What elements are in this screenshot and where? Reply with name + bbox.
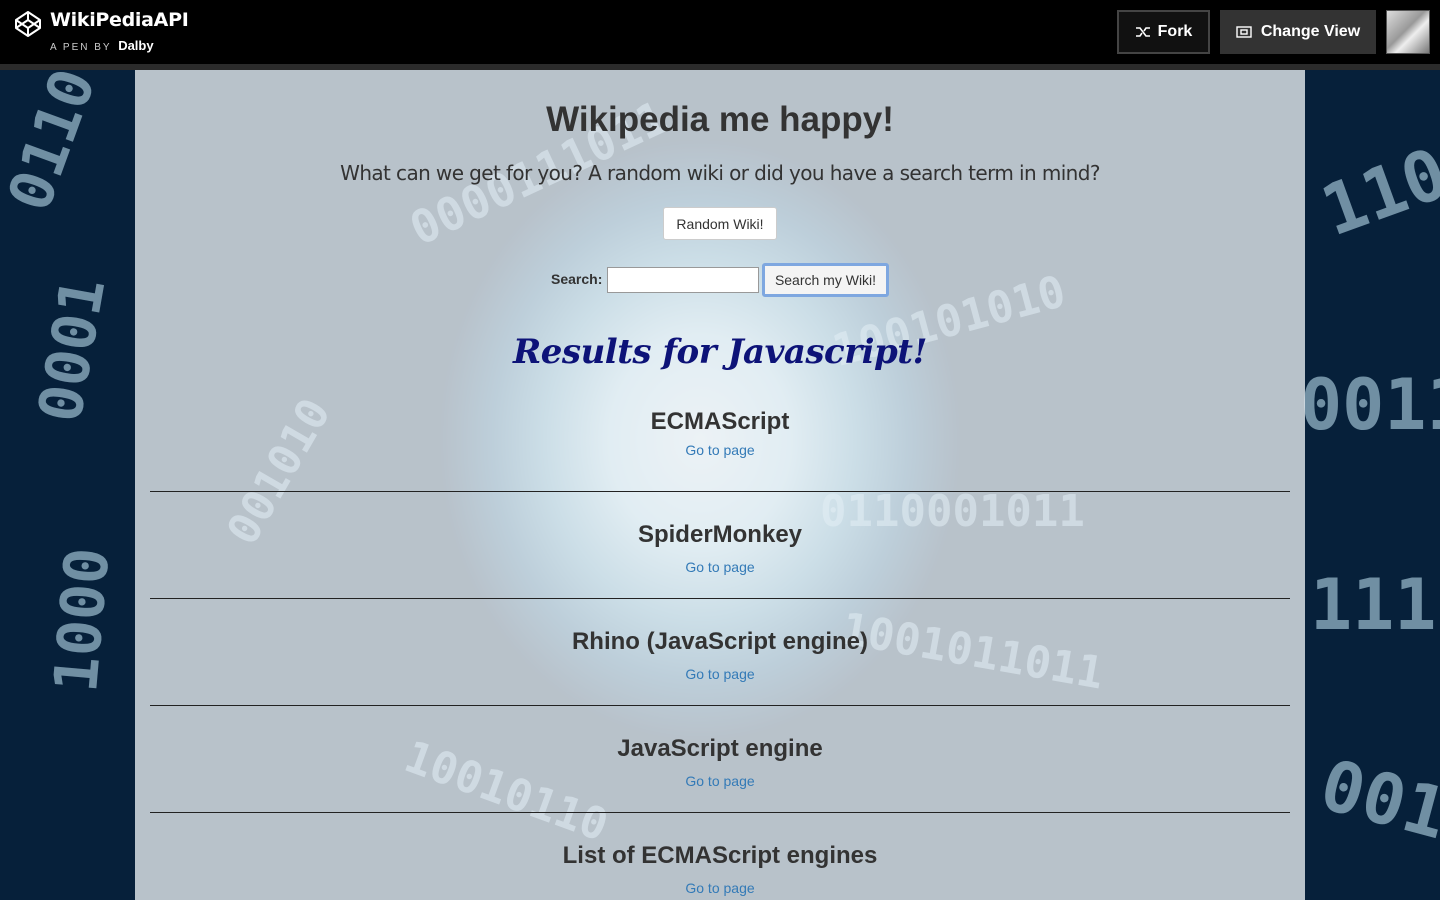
search-label: Search: (551, 271, 603, 287)
result-item: JavaScript engine Go to page (150, 705, 1290, 812)
result-title: ECMAScript (650, 408, 790, 435)
result-title: Rhino (JavaScript engine) (571, 628, 869, 655)
results-heading: Results for Javascript! (513, 332, 927, 372)
result-item: ECMAScript Go to page (150, 398, 1290, 505)
go-to-page-link[interactable]: Go to page (150, 442, 1290, 458)
result-divider (150, 812, 1290, 813)
codepen-logo-icon[interactable] (14, 10, 42, 38)
result-divider (150, 598, 1290, 599)
result-title: List of ECMAScript engines (562, 842, 878, 869)
go-to-page-link[interactable]: Go to page (150, 773, 1290, 789)
page-content: Wikipedia me happy! What can we get for … (135, 70, 1305, 900)
layout-view-icon (1236, 26, 1252, 38)
result-item: SpiderMonkey Go to page (150, 491, 1290, 598)
binary-digits-decoration: 0011 (1312, 743, 1440, 867)
fork-icon (1135, 27, 1150, 37)
binary-digits-decoration: 1110 (1310, 564, 1440, 646)
result-divider (150, 491, 1290, 492)
user-avatar[interactable] (1386, 10, 1430, 54)
go-to-page-link[interactable]: Go to page (150, 559, 1290, 575)
search-input[interactable] (607, 267, 759, 293)
binary-digits-decoration: 1000 (41, 544, 124, 696)
pen-author-link[interactable]: Dalby (118, 38, 153, 53)
search-button[interactable]: Search my Wiki! (762, 263, 889, 297)
result-item: List of ECMAScript engines Go to page (150, 812, 1290, 900)
result-title: JavaScript engine (617, 735, 823, 762)
binary-digits-decoration: 0011 (1300, 364, 1440, 446)
binary-digits-decoration: 1100 (1311, 117, 1440, 253)
go-to-page-link[interactable]: Go to page (150, 880, 1290, 896)
codepen-header: WikiPediaAPI A PEN BY Dalby Fork Change … (0, 0, 1440, 64)
result-divider (150, 705, 1290, 706)
fork-button-label: Fork (1157, 23, 1193, 40)
fork-button[interactable]: Fork (1117, 10, 1210, 54)
result-item: Rhino (JavaScript engine) Go to page (150, 598, 1290, 705)
pen-title[interactable]: WikiPediaAPI (50, 9, 189, 31)
pen-byline: A PEN BY Dalby (50, 38, 154, 53)
binary-digits-decoration: 0110 (0, 70, 110, 220)
page-title: Wikipedia me happy! (546, 100, 894, 139)
pen-by-label: A PEN BY (50, 42, 112, 53)
change-view-label: Change View (1260, 23, 1361, 40)
binary-digits-decoration: 0001 (25, 272, 120, 428)
page-subtitle: What can we get for you? A random wiki o… (340, 161, 1100, 185)
change-view-button[interactable]: Change View (1220, 10, 1376, 54)
result-title: SpiderMonkey (637, 521, 803, 548)
go-to-page-link[interactable]: Go to page (150, 666, 1290, 682)
random-wiki-button[interactable]: Random Wiki! (663, 207, 777, 240)
